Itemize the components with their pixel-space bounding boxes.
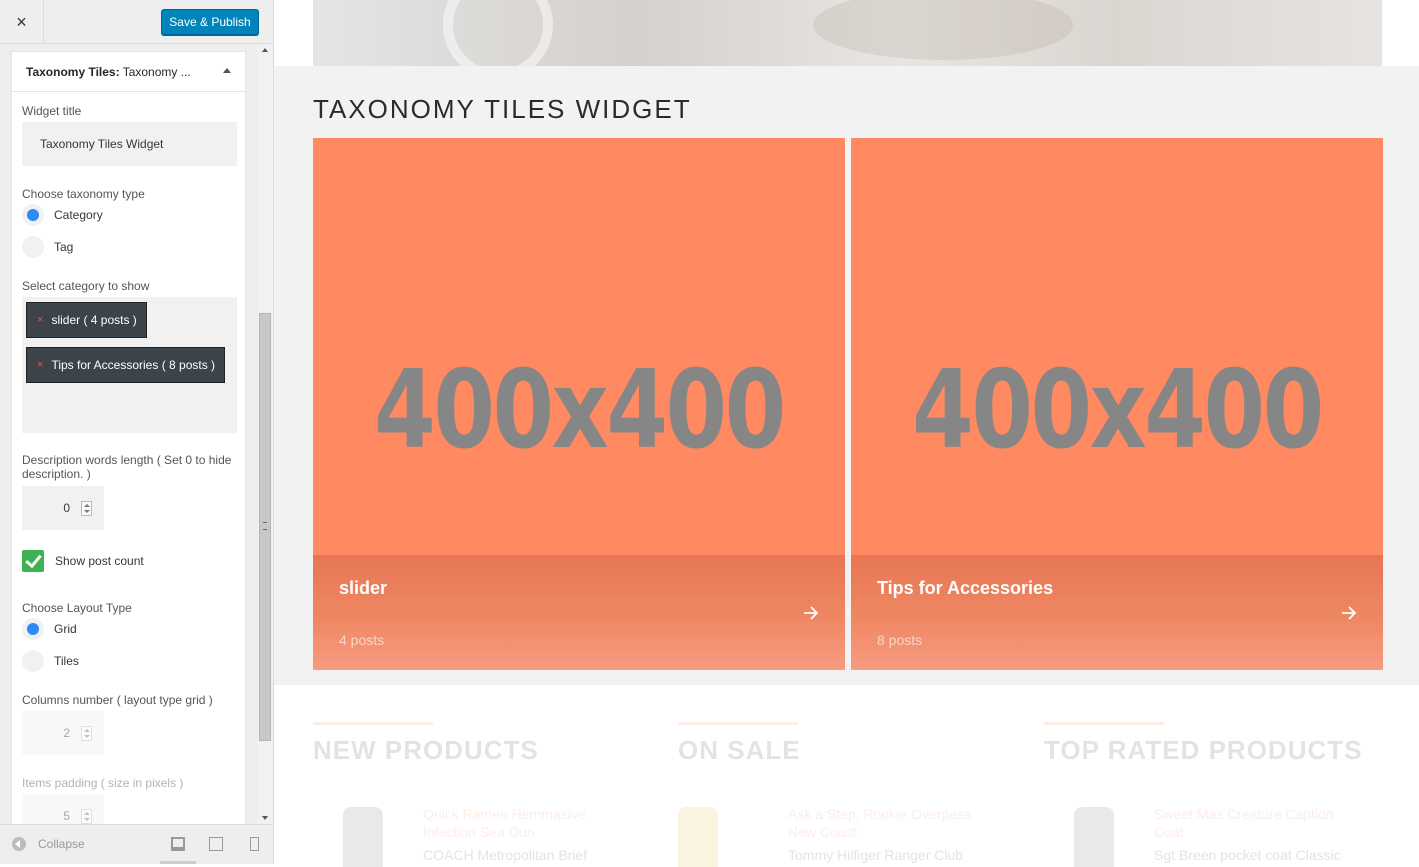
caret-up-icon[interactable]	[223, 68, 231, 73]
taxonomy-option-tag[interactable]: Tag	[22, 236, 73, 258]
items-padding-value: 5	[63, 809, 70, 823]
taxonomy-option-label: Tag	[54, 240, 74, 254]
customizer-footer: Collapse	[0, 824, 273, 864]
widget-header[interactable]: Taxonomy Tiles: Taxonomy ...	[12, 52, 245, 92]
taxonomy-tile[interactable]: 400x400 slider 4 posts	[313, 138, 845, 670]
remove-icon[interactable]: ×	[37, 359, 43, 371]
product-thumbnail[interactable]	[678, 807, 718, 867]
scroll-down-icon[interactable]	[262, 816, 268, 820]
product-link[interactable]: Ask a Step, Rookie Overpass New Coast	[788, 805, 988, 841]
close-icon[interactable]: ×	[0, 0, 44, 44]
number-spinner-icon[interactable]	[81, 809, 92, 824]
category-chip-label: Tips for Accessories ( 8 posts )	[51, 358, 216, 372]
arrow-right-icon[interactable]	[1341, 605, 1357, 621]
description-length-value: 0	[63, 501, 70, 515]
customizer-sidebar: × Save & Publish Taxonomy Tiles: Taxonom…	[0, 0, 274, 864]
product-link[interactable]: Sweet Mas Creature Caption Coat	[1154, 805, 1354, 841]
mobile-icon[interactable]	[250, 837, 259, 851]
description-length-label: Description words length ( Set 0 to hide…	[22, 453, 232, 481]
tile-name[interactable]: slider	[339, 578, 387, 599]
description-length-input[interactable]: 0	[22, 486, 104, 530]
tile-name[interactable]: Tips for Accessories	[877, 578, 1053, 599]
collapse-button[interactable]: Collapse	[12, 837, 85, 851]
category-chip[interactable]: × slider ( 4 posts )	[26, 302, 147, 338]
tile-post-count: 4 posts	[339, 632, 385, 648]
tablet-icon[interactable]	[209, 837, 223, 851]
product-name[interactable]: COACH Metropolitan Brief	[423, 847, 587, 863]
product-column-title: NEW PRODUCTS	[313, 735, 539, 765]
widget-header-title: Taxonomy ...	[119, 64, 191, 79]
tile-post-count: 8 posts	[877, 632, 923, 648]
taxonomy-tile[interactable]: 400x400 Tips for Accessories 8 posts	[851, 138, 1383, 670]
items-padding-label: Items padding ( size in pixels )	[22, 776, 184, 790]
checkbox-checked-icon[interactable]	[22, 550, 44, 572]
product-column-title: ON SALE	[678, 735, 801, 765]
taxonomy-type-label: Choose taxonomy type	[22, 187, 145, 201]
sidebar-scrollbar[interactable]	[258, 44, 273, 824]
show-post-count-toggle[interactable]: Show post count	[22, 550, 144, 572]
number-spinner-icon[interactable]	[81, 726, 92, 741]
save-publish-button[interactable]: Save & Publish	[161, 9, 259, 35]
product-name[interactable]: Sgt Breen pocket coat Classic	[1154, 847, 1341, 863]
product-thumbnail[interactable]	[343, 807, 383, 867]
desktop-icon[interactable]	[171, 837, 185, 851]
columns-number-label: Columns number ( layout type grid )	[22, 693, 213, 707]
product-name[interactable]: Tommy Hilfiger Ranger Club	[788, 847, 963, 863]
number-spinner-icon[interactable]	[81, 501, 92, 516]
radio-selected-icon[interactable]	[22, 618, 44, 640]
widget-title-label: Widget title	[22, 104, 82, 118]
taxonomy-tiles-section: TAXONOMY TILES WIDGET 400x400 slider 4 p…	[274, 66, 1419, 685]
tile-overlay	[851, 555, 1383, 670]
heading-accent-bar	[1044, 722, 1164, 725]
heading-accent-bar	[678, 722, 798, 725]
show-post-count-label: Show post count	[55, 554, 144, 568]
category-multiselect[interactable]: × slider ( 4 posts ) × Tips for Accessor…	[22, 297, 237, 433]
widget-title-input[interactable]: Taxonomy Tiles Widget	[22, 122, 237, 166]
radio-selected-icon[interactable]	[22, 204, 44, 226]
products-section: NEW PRODUCTS Quick Ramen Hemmasive Infec…	[274, 685, 1419, 867]
widget-header-type: Taxonomy Tiles:	[26, 64, 120, 79]
widget-settings-panel: Taxonomy Tiles: Taxonomy ... Widget titl…	[11, 51, 246, 851]
layout-type-label: Choose Layout Type	[22, 601, 132, 615]
layout-option-grid[interactable]: Grid	[22, 618, 77, 640]
category-select-label: Select category to show	[22, 279, 150, 293]
collapse-icon	[12, 837, 26, 851]
taxonomy-option-label: Category	[54, 208, 103, 222]
site-preview: TAXONOMY TILES WIDGET 400x400 slider 4 p…	[274, 0, 1419, 867]
category-chip-label: slider ( 4 posts )	[51, 313, 137, 327]
tile-overlay	[313, 555, 845, 670]
radio-icon[interactable]	[22, 650, 44, 672]
arrow-right-icon[interactable]	[803, 605, 819, 621]
scrollbar-thumb[interactable]	[259, 313, 271, 741]
collapse-label: Collapse	[38, 837, 85, 851]
tile-placeholder-image: 400x400	[374, 348, 786, 473]
layout-option-tiles[interactable]: Tiles	[22, 650, 79, 672]
taxonomy-option-category[interactable]: Category	[22, 204, 103, 226]
columns-number-input[interactable]: 2	[22, 711, 104, 755]
hero-image	[313, 0, 1382, 66]
layout-option-label: Grid	[54, 622, 77, 636]
category-chip[interactable]: × Tips for Accessories ( 8 posts )	[26, 347, 226, 383]
columns-number-value: 2	[63, 726, 70, 740]
product-thumbnail[interactable]	[1074, 807, 1114, 867]
customizer-header: × Save & Publish	[0, 0, 273, 44]
radio-icon[interactable]	[22, 236, 44, 258]
section-title: TAXONOMY TILES WIDGET	[313, 94, 692, 124]
tile-placeholder-image: 400x400	[912, 348, 1324, 473]
product-link[interactable]: Quick Ramen Hemmasive Infection Sea Dun	[423, 805, 623, 841]
scroll-up-icon[interactable]	[262, 48, 268, 52]
remove-icon[interactable]: ×	[37, 314, 43, 326]
heading-accent-bar	[313, 722, 433, 725]
layout-option-label: Tiles	[54, 654, 79, 668]
product-column-title: TOP RATED PRODUCTS	[1044, 735, 1363, 765]
